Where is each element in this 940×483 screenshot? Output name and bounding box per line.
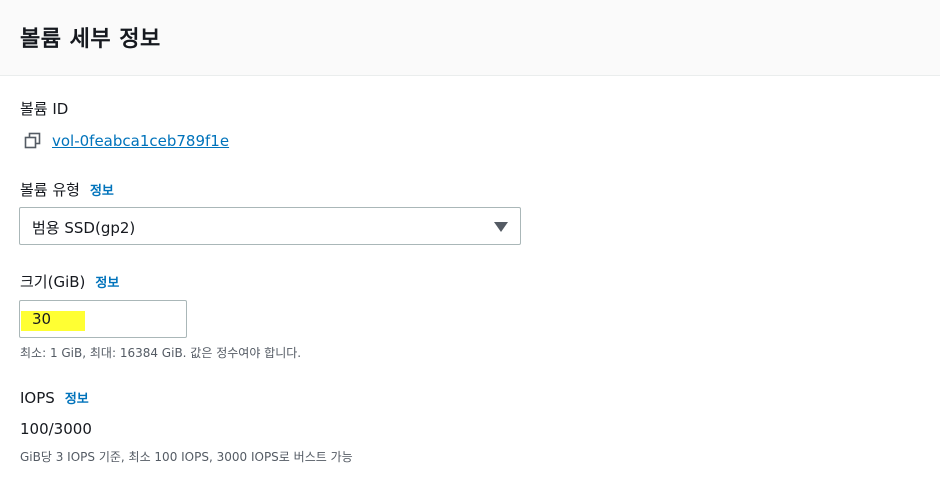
volume-id-label: 볼륨 ID xyxy=(20,100,69,118)
size-input-value: 30 xyxy=(32,310,52,328)
page-header: 볼륨 세부 정보 xyxy=(0,0,940,76)
volume-type-label: 볼륨 유형 xyxy=(20,181,80,199)
size-label-row: 크기(GiB) 정보 xyxy=(20,271,119,292)
volume-type-select[interactable]: 범용 SSD(gp2) xyxy=(19,207,521,245)
volume-type-label-row: 볼륨 유형 정보 xyxy=(20,179,114,200)
volume-type-info-link[interactable]: 정보 xyxy=(90,184,114,199)
size-info-link[interactable]: 정보 xyxy=(95,276,119,291)
iops-label: IOPS xyxy=(20,389,55,407)
volume-type-selected-value: 범용 SSD(gp2) xyxy=(32,219,136,237)
size-label: 크기(GiB) xyxy=(20,273,86,291)
volume-id-link[interactable]: vol-0feabca1ceb789f1e xyxy=(52,132,229,150)
page-title: 볼륨 세부 정보 xyxy=(20,27,161,52)
size-input[interactable]: 30 xyxy=(19,300,187,338)
copy-icon[interactable] xyxy=(24,132,42,150)
iops-label-row: IOPS 정보 xyxy=(20,388,89,407)
caret-down-icon xyxy=(494,222,508,232)
size-hint: 최소: 1 GiB, 최대: 16384 GiB. 값은 정수여야 합니다. xyxy=(20,346,302,360)
size-highlight-mark xyxy=(21,311,85,331)
iops-hint: GiB당 3 IOPS 기준, 최소 100 IOPS, 3000 IOPS로 … xyxy=(20,450,353,464)
iops-info-link[interactable]: 정보 xyxy=(65,392,89,407)
volume-id-row: vol-0feabca1ceb789f1e xyxy=(24,131,229,151)
iops-value: 100/3000 xyxy=(20,420,92,438)
